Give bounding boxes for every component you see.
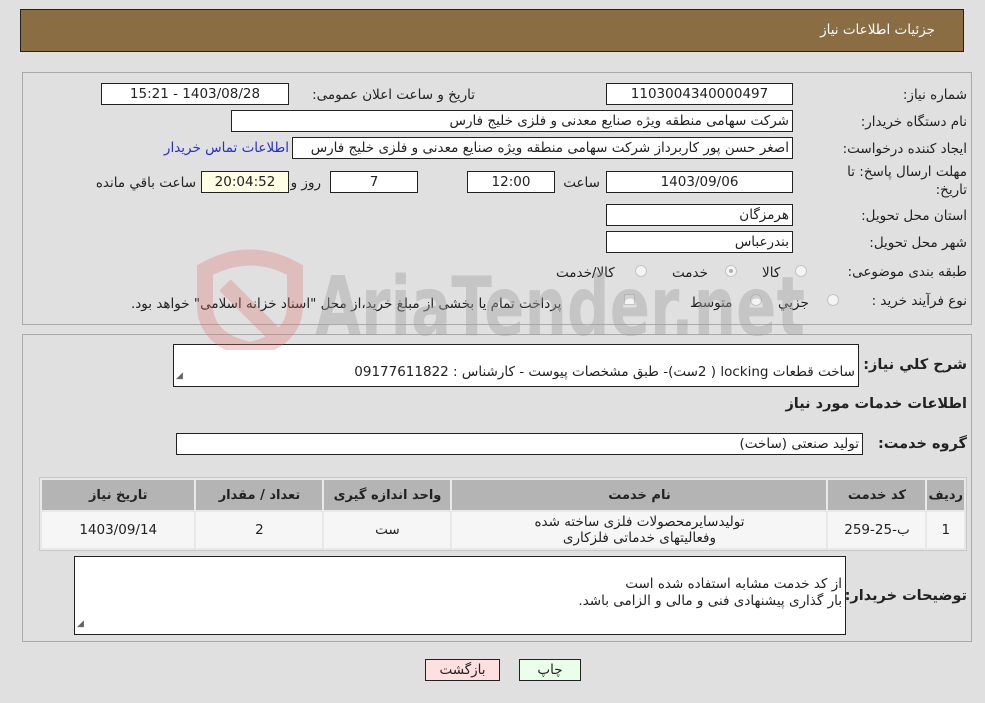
cell-qty: 2 [196, 512, 323, 548]
category-option-service: خدمت [672, 265, 708, 281]
col-qty: تعداد / مقدار [196, 480, 323, 510]
deadline-label-line1: مهلت ارسال پاسخ: تا [847, 164, 967, 180]
cell-service-name: تولیدسایرمحصولات فلزی ساخته شده وفعالیته… [452, 512, 827, 548]
buyer-contact-link[interactable]: اطلاعات تماس خریدار [164, 140, 289, 156]
deadline-date-field: 1403/09/06 [606, 171, 793, 193]
days-label: روز و [290, 175, 321, 191]
category-label: طبقه بندی موضوعی: [847, 264, 967, 280]
city-label: شهر محل تحویل: [869, 235, 967, 251]
col-service-code: کد خدمت [828, 480, 926, 510]
cell-row: 1 [927, 512, 964, 548]
category-radio-service[interactable] [725, 265, 737, 277]
col-unit: واحد اندازه گیری [324, 480, 451, 510]
deadline-time-field: 12:00 [467, 171, 555, 193]
need-number-field: 1103004340000497 [606, 83, 793, 105]
deadline-time-label: ساعت [563, 175, 600, 191]
col-row: ردیف [927, 480, 964, 510]
need-number-label: شماره نیاز: [902, 87, 967, 103]
purchase-type-radio-medium[interactable] [750, 294, 762, 306]
treasury-checkbox[interactable] [624, 294, 635, 305]
services-section-title: اطلاعات خدمات مورد نیاز [785, 396, 967, 412]
resize-grip-icon[interactable]: ◢ [176, 368, 183, 385]
deadline-label-line2: تاریخ: [935, 182, 967, 198]
table-row: 1 ب-25-259 تولیدسایرمحصولات فلزی ساخته ش… [42, 512, 964, 548]
requester-field: اصغر حسن پور کاربرداز شرکت سهامی منطقه و… [292, 137, 793, 159]
remaining-time-field: 20:04:52 [201, 171, 289, 193]
print-button[interactable]: چاپ [519, 659, 581, 681]
description-label: شرح کلي نياز: [863, 357, 967, 373]
buyer-org-label: نام دستگاه خریدار: [860, 114, 967, 130]
category-radio-goods-service[interactable] [635, 265, 647, 277]
announce-datetime-field: 1403/08/28 - 15:21 [101, 83, 289, 105]
province-field: هرمزگان [606, 204, 793, 226]
category-option-goods: کالا [762, 265, 781, 281]
purchase-type-option-medium: متوسط [690, 295, 733, 311]
page-header: جزئیات اطلاعات نیاز [20, 9, 964, 52]
category-option-goods-service: کالا/خدمت [556, 265, 615, 281]
table-header-row: ردیف کد خدمت نام خدمت واحد اندازه گیری ت… [42, 480, 964, 510]
purchase-type-option-minor: جزيي [778, 295, 809, 311]
remaining-days-field: 7 [330, 171, 418, 193]
purchase-type-radio-minor[interactable] [827, 294, 839, 306]
buyer-notes-text: از کد خدمت مشابه استفاده شده است بار گذا… [578, 576, 842, 609]
city-field: بندرعباس [606, 231, 793, 253]
province-label: استان محل تحویل: [861, 208, 967, 224]
buyer-notes-label: توضیحات خریدار: [844, 588, 967, 604]
back-button[interactable]: بازگشت [425, 659, 500, 681]
treasury-checkbox-label: پرداخت تمام یا بخشی از مبلغ خرید،از محل … [131, 296, 562, 312]
buyer-org-field: شرکت سهامی منطقه ویژه صنایع معدنی و فلزی… [231, 110, 793, 132]
remaining-time-label: ساعت باقي مانده [95, 175, 196, 191]
description-text: ساخت قطعات locking ( 2ست)- طبق مشخصات پی… [354, 364, 855, 380]
category-radio-goods[interactable] [795, 265, 807, 277]
buyer-notes-textarea[interactable]: از کد خدمت مشابه استفاده شده است بار گذا… [74, 556, 846, 635]
purchase-type-label: نوع فرآیند خرید : [871, 293, 967, 309]
cell-unit: ست [324, 512, 451, 548]
service-group-label: گروه خدمت: [877, 436, 967, 452]
services-table: ردیف کد خدمت نام خدمت واحد اندازه گیری ت… [39, 477, 967, 551]
service-group-field: تولید صنعتی (ساخت) [176, 433, 863, 455]
col-service-name: نام خدمت [452, 480, 827, 510]
announce-datetime-label: تاریخ و ساعت اعلان عمومی: [312, 87, 475, 103]
description-textarea[interactable]: ساخت قطعات locking ( 2ست)- طبق مشخصات پی… [173, 344, 859, 387]
cell-service-code: ب-25-259 [828, 512, 926, 548]
requester-label: ایجاد کننده درخواست: [842, 141, 967, 157]
page-title: جزئیات اطلاعات نیاز [820, 22, 935, 38]
col-need-date: تاریخ نیاز [42, 480, 195, 510]
cell-need-date: 1403/09/14 [42, 512, 195, 548]
resize-grip-icon[interactable]: ◢ [77, 616, 84, 633]
